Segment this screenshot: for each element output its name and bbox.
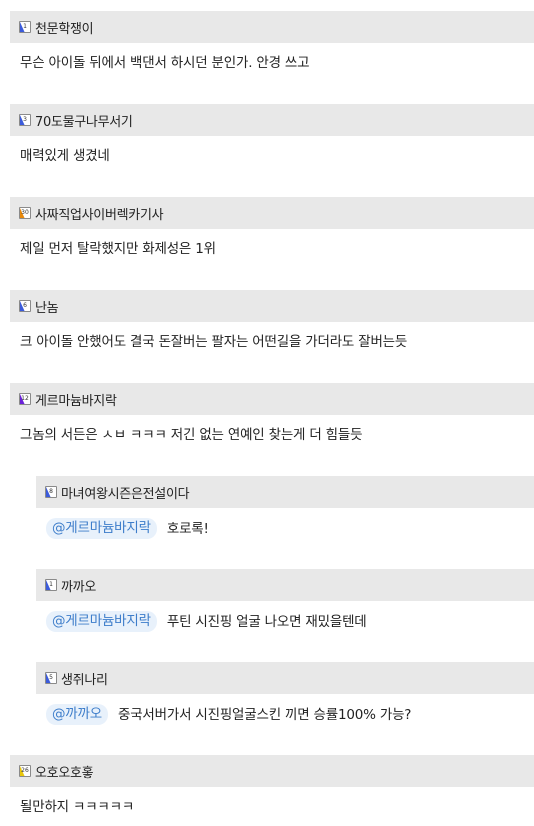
mention-tag[interactable]: @게르마늄바지락: [46, 611, 157, 632]
comment-text: 크 아이돌 안했어도 결국 돈잘버는 팔자는 어떤길을 가더라도 잘버는듯: [20, 334, 408, 350]
comment-thread: 1 천문학쟁이 무슨 아이돌 뒤에서 백댄서 하시던 분인가. 안경 쓰고 3 …: [0, 0, 534, 826]
comment-header: 5 생쥐나리: [36, 662, 534, 694]
reply-comment: 5 생쥐나리 @까까오 중국서버가서 시진핑얼굴스킨 끼면 승률100% 가능?: [36, 662, 534, 725]
reply-comment: 1 까까오 @게르마늄바지락 푸틴 시진핑 얼굴 나오면 재밌을텐데: [36, 569, 534, 632]
comment-body: @게르마늄바지락 호로록!: [36, 508, 534, 539]
level-icon: 1: [19, 21, 31, 33]
comment: 3 70도물구나무서기 매력있게 생겼네: [10, 104, 534, 166]
reply-comment: 8 마녀여왕시즌은전설이다 @게르마늄바지락 호로록!: [36, 476, 534, 539]
comment-header: 8 마녀여왕시즌은전설이다: [36, 476, 534, 508]
comment-text: 매력있게 생겼네: [20, 148, 110, 164]
comment-header: 12 게르마늄바지락: [10, 383, 534, 415]
nickname[interactable]: 오호오호홓: [35, 762, 94, 781]
comment: 30 사짜직업사이버렉카기사 제일 먼저 탈락했지만 화제성은 1위: [10, 197, 534, 259]
comment-text: 푸틴 시진핑 얼굴 나오면 재밌을텐데: [166, 613, 367, 630]
comment-header: 26 오호오호홓: [10, 755, 534, 787]
nickname[interactable]: 사짜직업사이버렉카기사: [35, 204, 164, 223]
comment-body: @까까오 중국서버가서 시진핑얼굴스킨 끼면 승률100% 가능?: [36, 694, 534, 725]
comment-text: 호로록!: [166, 520, 209, 537]
level-icon: 3: [19, 114, 31, 126]
nickname[interactable]: 마녀여왕시즌은전설이다: [61, 483, 190, 502]
comment: 1 천문학쟁이 무슨 아이돌 뒤에서 백댄서 하시던 분인가. 안경 쓰고: [10, 11, 534, 73]
mention-tag[interactable]: @게르마늄바지락: [46, 518, 157, 539]
comment-header: 1 까까오: [36, 569, 534, 601]
comment-body: @게르마늄바지락 푸틴 시진핑 얼굴 나오면 재밌을텐데: [36, 601, 534, 632]
comment-text: 중국서버가서 시진핑얼굴스킨 끼면 승률100% 가능?: [117, 706, 412, 723]
level-icon: 8: [45, 486, 57, 498]
comment-text: 제일 먼저 탈락했지만 화제성은 1위: [20, 241, 216, 257]
comment-text: 될만하지 ㅋㅋㅋㅋㅋ: [20, 799, 135, 815]
mention-tag[interactable]: @까까오: [46, 704, 108, 725]
nickname[interactable]: 천문학쟁이: [35, 18, 94, 37]
comment: 26 오호오호홓 될만하지 ㅋㅋㅋㅋㅋ: [10, 755, 534, 817]
nickname[interactable]: 생쥐나리: [61, 669, 108, 688]
level-icon: 26: [19, 765, 31, 777]
nickname[interactable]: 70도물구나무서기: [35, 111, 133, 130]
level-icon: 6: [19, 300, 31, 312]
comment-text: 무슨 아이돌 뒤에서 백댄서 하시던 분인가. 안경 쓰고: [20, 55, 310, 71]
comment-header: 3 70도물구나무서기: [10, 104, 534, 136]
comment-text: 그놈의 서든은 ㅅㅂ ㅋㅋㅋ 저긴 없는 연예인 찾는게 더 힘들듯: [20, 427, 363, 443]
comment-header: 30 사짜직업사이버렉카기사: [10, 197, 534, 229]
level-icon: 12: [19, 393, 31, 405]
comment-header: 1 천문학쟁이: [10, 11, 534, 43]
level-icon: 5: [45, 672, 57, 684]
comment: 6 난놈 크 아이돌 안했어도 결국 돈잘버는 팔자는 어떤길을 가더라도 잘버…: [10, 290, 534, 352]
nickname[interactable]: 까까오: [61, 576, 96, 595]
nickname[interactable]: 게르마늄바지락: [35, 390, 117, 409]
comment: 12 게르마늄바지락 그놈의 서든은 ㅅㅂ ㅋㅋㅋ 저긴 없는 연예인 찾는게 …: [10, 383, 534, 445]
level-icon: 1: [45, 579, 57, 591]
level-icon: 30: [19, 207, 31, 219]
nickname[interactable]: 난놈: [35, 297, 59, 316]
comment-header: 6 난놈: [10, 290, 534, 322]
